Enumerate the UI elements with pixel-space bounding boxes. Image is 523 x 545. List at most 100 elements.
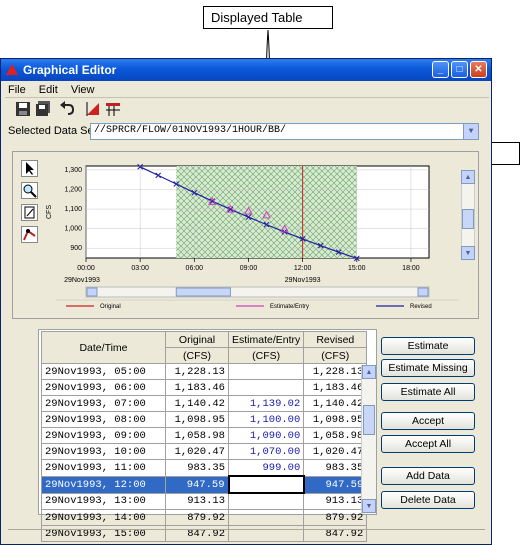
save-all-icon[interactable]: [35, 101, 53, 119]
dataset-combo[interactable]: //SPRCR/FLOW/01NOV1993/1HOUR/BB/ ▼: [90, 123, 479, 140]
table-row[interactable]: 29Nov1993, 05:00 1,228.13 1,228.13: [41, 363, 368, 380]
x-date-label: 29Nov1993: [285, 277, 321, 284]
save-icon[interactable]: [15, 101, 33, 119]
flow-chart[interactable]: 1,300 1,200 1,100 1,000 900 00:00 03:00 06:00 09…: [43, 156, 463, 316]
table-row[interactable]: 29Nov1993, 10:00 1,020.47 1,070.00 1,020.47: [41, 443, 368, 460]
revised-cell: 1,183.46: [303, 379, 368, 396]
maximize-button[interactable]: □: [451, 61, 468, 78]
undo-icon[interactable]: [59, 101, 77, 119]
column-header[interactable]: Estimate/Entry: [227, 331, 305, 348]
date-cell: 29Nov1993, 05:00: [41, 363, 166, 380]
y-tick-label: 1,300: [64, 167, 82, 174]
original-cell: 1,020.47: [165, 443, 229, 460]
column-units: (CFS): [303, 347, 368, 364]
estimate-cell[interactable]: 999.00: [227, 459, 305, 477]
original-cell: 1,140.42: [165, 395, 229, 412]
x-tick-label: 09:00: [240, 265, 258, 272]
pointer-tool-icon[interactable]: [21, 160, 38, 177]
edit-tool-icon[interactable]: [21, 204, 38, 221]
y-axis-label: CFS: [46, 205, 53, 219]
estimate-missing-button[interactable]: Estimate Missing: [381, 359, 475, 377]
date-cell: 29Nov1993, 15:00: [41, 525, 166, 542]
table-row[interactable]: 29Nov1993, 06:00 1,183.46 1,183.46: [41, 379, 368, 396]
revised-cell: 879.92: [303, 509, 368, 526]
menu-file[interactable]: File: [8, 84, 26, 96]
x-tick-label: 18:00: [402, 265, 420, 272]
x-tick-label: 15:00: [348, 265, 366, 272]
menu-bar: File Edit View: [8, 84, 104, 96]
add-data-button[interactable]: Add Data: [381, 467, 475, 485]
estimate-all-button[interactable]: Estimate All: [381, 383, 475, 401]
data-table: Date/Time Original Estimate/Entry Revised (C…: [41, 331, 368, 542]
column-units: (CFS): [165, 347, 229, 364]
chevron-down-icon[interactable]: ▼: [463, 124, 478, 139]
original-cell: 983.35: [165, 459, 229, 477]
scroll-left-icon: [86, 287, 98, 297]
scroll-thumb[interactable]: [363, 405, 375, 435]
estimate-cell[interactable]: 1,100.00: [227, 411, 305, 428]
column-header[interactable]: Date/Time: [41, 331, 166, 364]
scroll-up-icon[interactable]: ▲: [362, 365, 376, 379]
chart-vertical-scrollbar[interactable]: ▲ ▼: [461, 170, 475, 260]
table-icon[interactable]: [105, 101, 123, 119]
column-header[interactable]: Revised: [303, 331, 368, 348]
original-cell: 879.92: [165, 509, 229, 526]
window-title: Graphical Editor: [23, 63, 117, 77]
estimate-cell[interactable]: [227, 492, 305, 510]
column-header[interactable]: Original: [165, 331, 229, 348]
status-divider: [8, 529, 485, 530]
x-tick-label: 12:00: [294, 265, 312, 272]
scroll-up-icon[interactable]: ▲: [461, 170, 475, 184]
estimate-cell[interactable]: 1,139.02: [227, 395, 305, 412]
date-cell: 29Nov1993, 06:00: [41, 379, 166, 396]
estimate-cell[interactable]: 1,090.00: [227, 427, 305, 444]
accept-all-button[interactable]: Accept All: [381, 435, 475, 453]
estimate-cell[interactable]: [227, 363, 305, 380]
revised-cell: 1,098.95: [303, 411, 368, 428]
chart-icon[interactable]: [85, 101, 103, 119]
table-vertical-scrollbar[interactable]: ▲ ▼: [361, 365, 376, 514]
table-row[interactable]: 29Nov1993, 07:00 1,140.42 1,139.02 1,140.42: [41, 395, 368, 412]
delete-data-button[interactable]: Delete Data: [381, 491, 475, 509]
table-row[interactable]: 29Nov1993, 09:00 1,058.98 1,090.00 1,058.98: [41, 427, 368, 444]
table-row[interactable]: 29Nov1993, 08:00 1,098.95 1,100.00 1,098.95: [41, 411, 368, 428]
estimate-cell[interactable]: [227, 525, 305, 542]
zoom-tool-icon[interactable]: [21, 182, 38, 199]
legend-label: Revised: [410, 304, 432, 310]
original-cell: 913.13: [165, 492, 229, 510]
table-row[interactable]: 29Nov1993, 11:00 983.35 999.00 983.35: [41, 459, 368, 477]
table-header-row: Date/Time Original Estimate/Entry Revised: [41, 331, 368, 364]
x-date-label: 29Nov1993: [64, 277, 100, 284]
x-tick-label: 06:00: [186, 265, 204, 272]
revised-cell: 1,228.13: [303, 363, 368, 380]
draw-tool-icon[interactable]: [21, 226, 38, 243]
estimate-button[interactable]: Estimate: [381, 337, 475, 355]
date-cell: 29Nov1993, 11:00: [41, 459, 166, 477]
scroll-down-icon[interactable]: ▼: [362, 499, 376, 513]
minimize-button[interactable]: _: [432, 61, 449, 78]
accept-button[interactable]: Accept: [381, 412, 475, 430]
revised-cell: 983.35: [303, 459, 368, 477]
table-row[interactable]: 29Nov1993, 12:00 947.59 947.59: [41, 475, 368, 494]
data-table-panel: Date/Time Original Estimate/Entry Revised (C…: [38, 329, 377, 542]
estimate-cell[interactable]: [227, 475, 305, 494]
menu-edit[interactable]: Edit: [39, 84, 58, 96]
original-cell: 847.92: [165, 525, 229, 542]
column-units: (CFS): [227, 347, 305, 364]
estimate-cell[interactable]: [227, 509, 305, 526]
estimate-cell[interactable]: 1,070.00: [227, 443, 305, 460]
menu-view[interactable]: View: [71, 84, 95, 96]
date-cell: 29Nov1993, 08:00: [41, 411, 166, 428]
date-cell: 29Nov1993, 07:00: [41, 395, 166, 412]
table-row[interactable]: 29Nov1993, 14:00 879.92 879.92: [41, 509, 368, 526]
original-cell: 1,183.46: [165, 379, 229, 396]
title-bar[interactable]: Graphical Editor _ □ ✕: [1, 59, 491, 81]
scroll-thumb[interactable]: [462, 209, 474, 229]
table-row[interactable]: 29Nov1993, 13:00 913.13 913.13: [41, 492, 368, 510]
graphical-editor-window: Graphical Editor _ □ ✕ File Edit View Se…: [0, 58, 492, 545]
estimate-cell[interactable]: [227, 379, 305, 396]
revised-cell: 913.13: [303, 492, 368, 510]
table-row[interactable]: 29Nov1993, 15:00 847.92 847.92: [41, 525, 368, 542]
close-button[interactable]: ✕: [470, 61, 487, 78]
scroll-down-icon[interactable]: ▼: [461, 246, 475, 260]
